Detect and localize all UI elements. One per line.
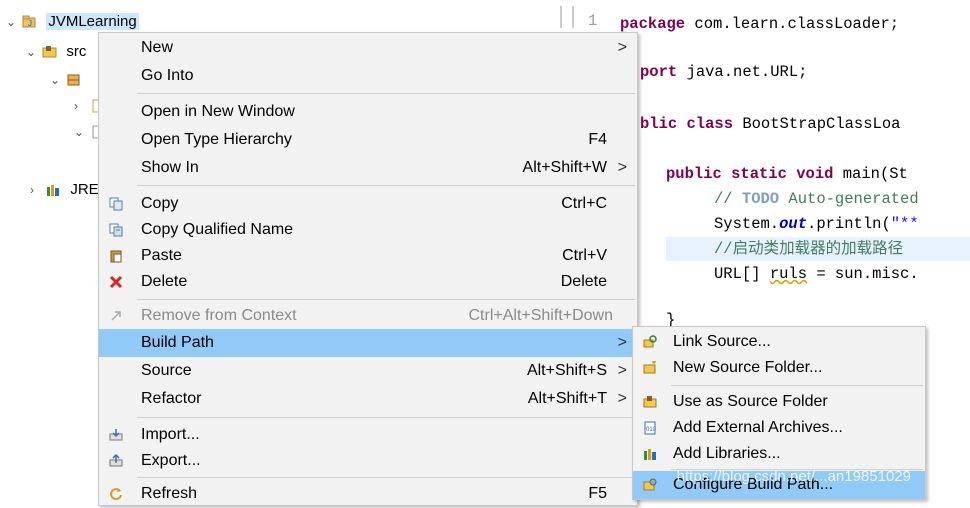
menu-item-import[interactable]: Import...	[99, 421, 637, 449]
chevron-down-icon[interactable]: ⌄	[74, 120, 86, 144]
menu-item-build-path[interactable]: Build Path >	[99, 329, 637, 357]
menu-item-source[interactable]: Source Alt+Shift+S >	[99, 357, 637, 385]
tree-jre-label: JRE	[70, 181, 99, 198]
source-folder-icon	[42, 46, 57, 58]
chevron-down-icon[interactable]: ⌄	[26, 40, 38, 64]
code-line-class: blic class BootStrapClassLoa	[640, 115, 901, 133]
menu-item-configure-build-path[interactable]: Configure Build Path... https://blog.csd…	[633, 468, 925, 499]
library-icon	[47, 185, 60, 197]
chevron-right-icon[interactable]: ›	[74, 94, 86, 118]
code-line-main: public static void main(St	[666, 165, 908, 183]
svg-text:J: J	[28, 19, 32, 28]
menu-item-new-source-folder[interactable]: New Source Folder...	[633, 354, 925, 382]
menu-item-show-in[interactable]: Show In Alt+Shift+W >	[99, 154, 637, 182]
submenu-arrow-icon: >	[617, 159, 627, 176]
remove-context-icon	[111, 311, 121, 321]
menu-item-copy-qualified-name[interactable]: Copy Qualified Name	[99, 216, 637, 244]
copy-qualified-icon	[109, 223, 123, 237]
link-source-icon	[643, 335, 657, 348]
submenu-arrow-icon: >	[617, 334, 627, 351]
package-icon	[67, 74, 80, 86]
libraries-icon	[644, 449, 656, 460]
watermark-text: https://blog.csdn.net/...an19851029	[676, 468, 911, 485]
code-line-import: port java.net.URL;	[640, 63, 808, 81]
export-icon	[109, 454, 123, 467]
refresh-icon	[110, 488, 122, 501]
tree-item-jre[interactable]: › JRE	[30, 178, 99, 202]
tree-item-package[interactable]: ⌄	[50, 68, 86, 92]
import-icon	[109, 429, 123, 441]
java-project-icon: J	[22, 15, 36, 28]
tree-src-label: src	[66, 43, 87, 60]
code-line-println: System.out.println("**	[714, 215, 919, 233]
chevron-right-icon[interactable]: ›	[30, 178, 42, 202]
menu-item-refactor[interactable]: Refactor Alt+Shift+T >	[99, 385, 637, 413]
menu-separator	[137, 417, 635, 418]
menu-separator	[137, 185, 635, 186]
external-archive-icon: 010	[644, 421, 657, 435]
build-path-submenu: Link Source... New Source Folder... Use …	[632, 326, 926, 500]
menu-item-link-source[interactable]: Link Source...	[633, 328, 925, 356]
menu-item-remove-from-context[interactable]: Remove from Context Ctrl+Alt+Shift+Down	[99, 302, 637, 330]
delete-icon	[109, 275, 123, 289]
menu-item-new[interactable]: New >	[99, 34, 637, 62]
project-name: JVMLearning	[46, 13, 139, 30]
tree-item-src[interactable]: ⌄ src	[26, 40, 86, 64]
submenu-arrow-icon: >	[617, 39, 627, 56]
configure-build-path-icon	[643, 478, 657, 491]
chevron-down-icon[interactable]: ⌄	[6, 10, 18, 34]
copy-icon	[109, 197, 123, 211]
menu-item-add-external-archives[interactable]: 010 Add External Archives...	[633, 414, 925, 442]
line-number: 1	[588, 12, 598, 30]
use-source-folder-icon	[643, 396, 657, 408]
menu-item-use-as-source-folder[interactable]: Use as Source Folder	[633, 388, 925, 416]
chevron-down-icon[interactable]: ⌄	[50, 68, 62, 92]
code-line-package: package com.learn.classLoader;	[620, 15, 900, 33]
menu-separator	[137, 93, 635, 94]
context-menu: New > Go Into Open in New Window Open Typ…	[98, 32, 638, 506]
menu-item-open-new-window[interactable]: Open in New Window	[99, 98, 637, 126]
menu-separator	[137, 299, 635, 300]
menu-separator	[671, 385, 923, 386]
new-source-folder-icon	[643, 361, 656, 374]
code-line-urls: URL[] ruls = sun.misc.	[714, 265, 919, 283]
tree-item-project[interactable]: ⌄ J JVMLearning	[6, 10, 139, 34]
code-line-todo: // TODO Auto-generated	[714, 190, 919, 208]
menu-item-open-type-hierarchy[interactable]: Open Type Hierarchy F4	[99, 126, 637, 154]
menu-item-copy[interactable]: Copy Ctrl+C	[99, 190, 637, 218]
editor-ruler	[560, 6, 574, 28]
menu-item-go-into[interactable]: Go Into	[99, 62, 637, 90]
menu-item-delete[interactable]: Delete Delete	[99, 268, 637, 296]
menu-separator	[137, 477, 635, 478]
menu-item-export[interactable]: Export...	[99, 447, 637, 475]
submenu-arrow-icon: >	[617, 390, 627, 407]
svg-text:010: 010	[646, 427, 657, 433]
paste-icon	[110, 250, 122, 263]
code-line-comment-cn: //启动类加载器的加载路径	[666, 237, 970, 261]
submenu-arrow-icon: >	[617, 362, 627, 379]
menu-item-paste[interactable]: Paste Ctrl+V	[99, 242, 637, 270]
